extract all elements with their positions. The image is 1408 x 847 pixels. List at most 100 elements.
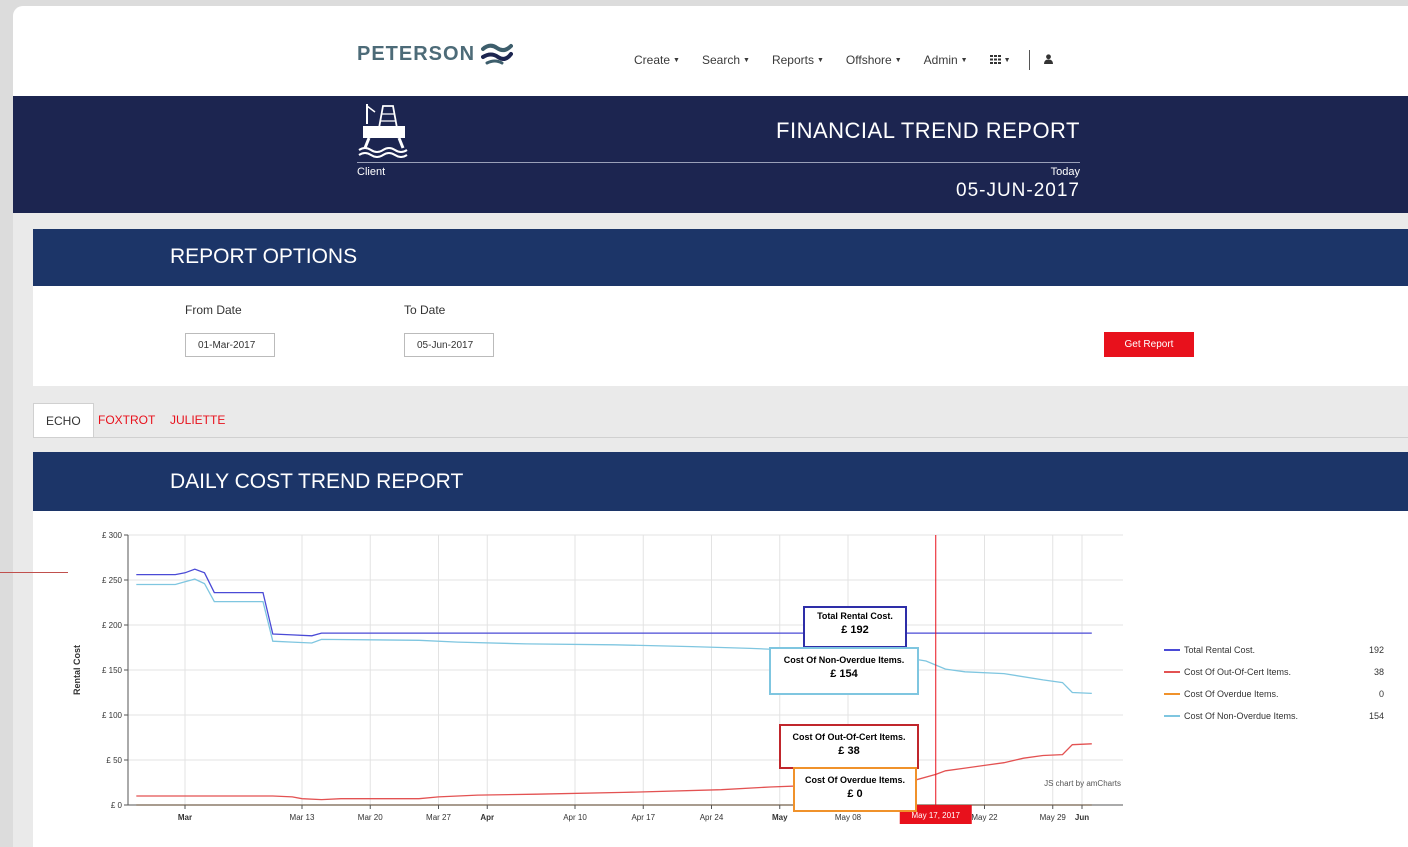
nav-search[interactable]: Search ▼ (702, 53, 750, 67)
y-tick-label: £ 150 (102, 666, 123, 675)
tooltip-value: £ 0 (847, 788, 863, 800)
daily-cost-header: DAILY COST TREND REPORT (33, 452, 1408, 511)
series-line (136, 578, 1092, 695)
amcharts-credit[interactable]: JS chart by amCharts (1044, 779, 1121, 788)
main-nav: Create ▼ Search ▼ Reports ▼ Offshore ▼ Admin… (634, 50, 1075, 70)
chart-axes: £ 0 £ 50 £ 100 £ 150 £ 200 £ 250 £ 300 Mar Mar 1… (102, 531, 1123, 824)
tooltip-label: Cost Of Out-Of-Cert Items. (792, 732, 906, 742)
x-tick-label: Mar 27 (426, 813, 451, 822)
grid-icon (989, 55, 1001, 64)
wave-logo-icon (481, 43, 514, 65)
tooltip-total-rental: Total Rental Cost. £ 192 (803, 606, 907, 648)
nav-reports[interactable]: Reports ▼ (772, 53, 824, 67)
y-tick-label: £ 100 (102, 711, 123, 720)
tooltip-out-of-cert: Cost Of Out-Of-Cert Items. £ 38 (779, 724, 919, 769)
logo-text: PETERSON (357, 42, 476, 65)
tooltip-label: Total Rental Cost. (817, 611, 893, 621)
user-icon (1043, 54, 1053, 64)
series-line (136, 568, 1092, 637)
legend-item-non-overdue[interactable]: Cost Of Non-Overdue Items. 154 (1164, 711, 1384, 721)
x-tick-label: May 29 (1040, 813, 1067, 822)
x-tick-label: Apr 24 (700, 813, 724, 822)
report-banner: Client FINANCIAL TREND REPORT Today 05-J… (13, 96, 1408, 213)
x-tick-label: May 22 (971, 813, 998, 822)
legend-label: Cost Of Out-Of-Cert Items. (1184, 667, 1292, 677)
legend-value: 192 (1368, 645, 1384, 655)
chart-grid (128, 534, 1123, 805)
nav-admin-label: Admin (923, 53, 958, 67)
legend-swatch (1164, 671, 1180, 673)
y-tick-label: £ 50 (106, 756, 122, 765)
get-report-button[interactable]: Get Report (1104, 332, 1194, 357)
x-tick-label: May (772, 813, 788, 822)
legend-value: 38 (1373, 667, 1384, 677)
x-tick-label: Mar 20 (358, 813, 383, 822)
app-window: PETERSON Create ▼ Search ▼ Reports ▼ Offsho… (13, 6, 1408, 847)
tooltip-value: £ 192 (841, 624, 869, 636)
x-tick-label: Apr 10 (563, 813, 587, 822)
tab-juliette[interactable]: JULIETTE (158, 403, 237, 437)
top-navbar: PETERSON Create ▼ Search ▼ Reports ▼ Offsho… (13, 6, 1408, 96)
cursor-date-label: May 17, 2017 (912, 811, 961, 820)
client-label: Client (357, 166, 386, 178)
tab-foxtrot[interactable]: FOXTROT (86, 403, 167, 437)
tooltip-value: £ 38 (838, 745, 860, 757)
legend-swatch (1164, 693, 1180, 695)
callout-line (0, 572, 68, 573)
nav-divider (1028, 50, 1030, 70)
nav-reports-label: Reports (771, 53, 814, 67)
daily-cost-chart: £ 0 £ 50 £ 100 £ 150 £ 200 £ 250 £ 300 Mar Mar 1… (72, 531, 1123, 824)
user-menu[interactable] (1043, 53, 1053, 67)
legend-swatch (1164, 649, 1180, 651)
tab-echo[interactable]: ECHO (33, 403, 94, 437)
x-tick-label: Mar 13 (290, 813, 315, 822)
x-tick-label: Mar (178, 813, 192, 822)
report-options-panel: From Date To Date Get Report (33, 286, 1408, 386)
caret-down-icon: ▼ (816, 57, 824, 65)
apps-grid-menu[interactable]: ▼ (989, 53, 1011, 67)
tooltip-label: Cost Of Overdue Items. (804, 775, 906, 785)
x-tick-label: Jun (1075, 813, 1089, 822)
y-tick-label: £ 300 (102, 531, 123, 540)
caret-down-icon: ▼ (960, 57, 968, 65)
x-tick-label: May 08 (835, 813, 862, 822)
legend-label: Cost Of Non-Overdue Items. (1184, 711, 1299, 721)
series-line (136, 743, 1092, 801)
caret-down-icon: ▼ (894, 57, 902, 65)
report-options-title: REPORT OPTIONS (170, 245, 358, 268)
legend-value: 0 (1378, 689, 1384, 699)
banner-divider (357, 162, 1080, 163)
chart-series (136, 568, 1092, 806)
tooltip-value: £ 154 (830, 668, 858, 680)
y-axis-label: Rental Cost (72, 645, 82, 695)
nav-create-label: Create (634, 53, 671, 67)
tooltip-non-overdue: Cost Of Non-Overdue Items. £ 154 (769, 647, 919, 695)
from-date-input[interactable] (185, 333, 275, 357)
to-date-label: To Date (404, 303, 446, 317)
from-date-label: From Date (185, 303, 242, 317)
chart-panel: £ 0 £ 50 £ 100 £ 150 £ 200 £ 250 £ 300 Mar Mar 1… (33, 511, 1408, 847)
nav-offshore-label: Offshore (845, 53, 892, 67)
logo[interactable]: PETERSON (357, 42, 514, 66)
caret-down-icon: ▼ (1003, 57, 1011, 65)
to-date-input[interactable] (404, 333, 494, 357)
legend-label: Cost Of Overdue Items. (1184, 689, 1279, 699)
report-options-header: REPORT OPTIONS (33, 229, 1408, 286)
tooltip-overdue: Cost Of Overdue Items. £ 0 (793, 767, 917, 812)
legend-item-total-rental[interactable]: Total Rental Cost. 192 (1164, 645, 1384, 655)
caret-down-icon: ▼ (673, 57, 680, 65)
oil-rig-icon (358, 104, 408, 158)
y-tick-label: £ 0 (111, 801, 123, 810)
daily-cost-title: DAILY COST TREND REPORT (170, 470, 464, 493)
x-tick-label: Apr (480, 813, 494, 822)
legend-item-out-of-cert[interactable]: Cost Of Out-Of-Cert Items. 38 (1164, 667, 1384, 677)
nav-search-label: Search (701, 53, 740, 67)
legend-item-overdue[interactable]: Cost Of Overdue Items. 0 (1164, 689, 1384, 699)
y-tick-label: £ 250 (102, 576, 123, 585)
y-tick-label: £ 200 (102, 621, 123, 630)
nav-admin[interactable]: Admin ▼ (924, 53, 968, 67)
nav-create[interactable]: Create ▼ (634, 53, 680, 67)
rig-tabs: ECHO FOXTROT JULIETTE (33, 403, 1408, 438)
tooltip-label: Cost Of Non-Overdue Items. (783, 655, 905, 665)
nav-offshore[interactable]: Offshore ▼ (846, 53, 902, 67)
